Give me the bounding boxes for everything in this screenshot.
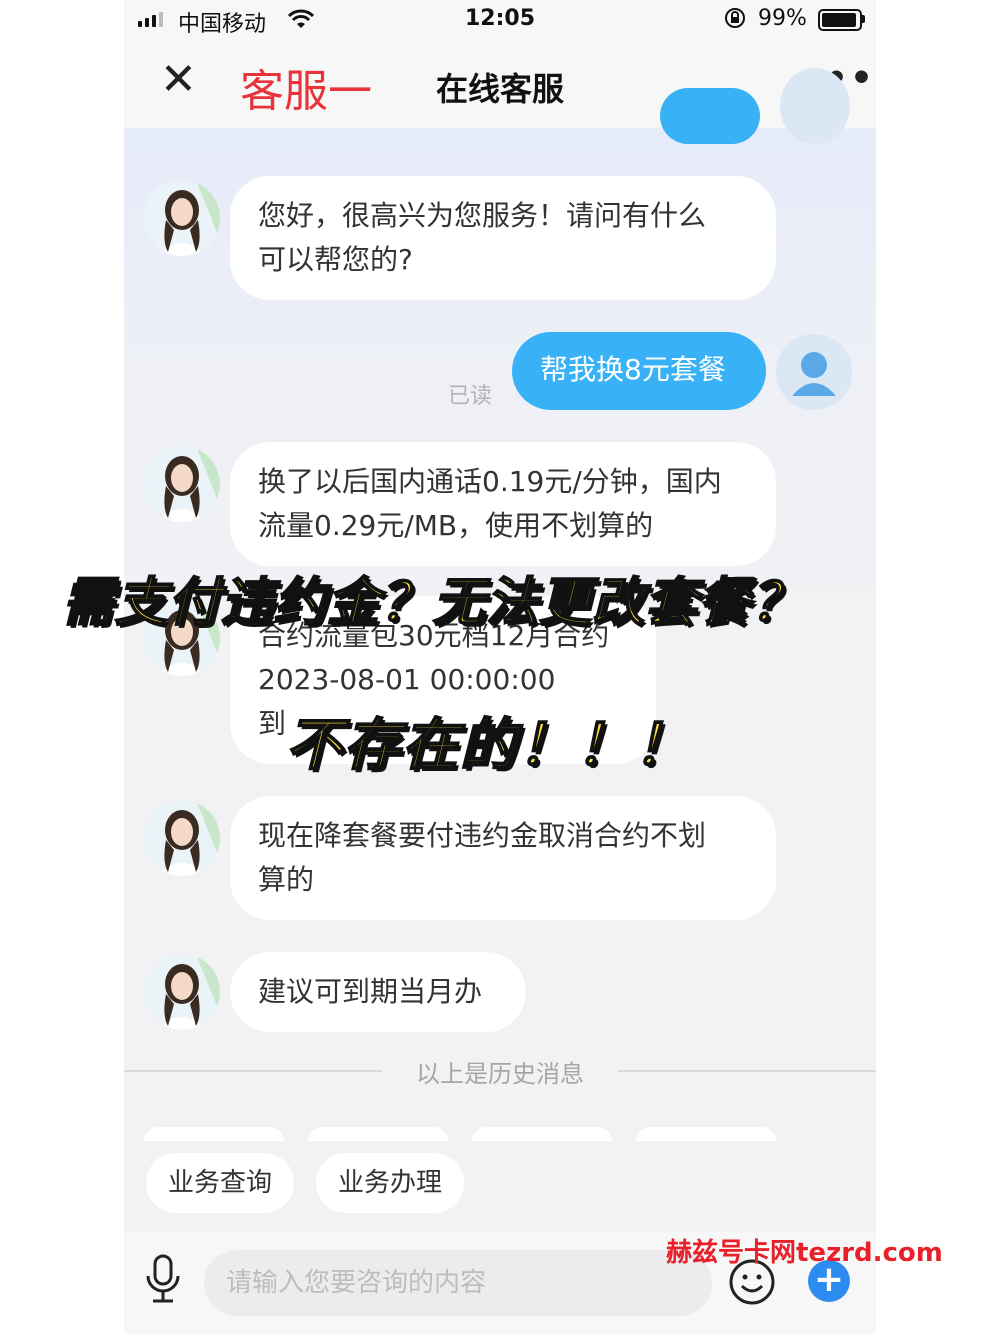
microphone-icon[interactable]	[144, 1254, 182, 1308]
message-line: 您好，很高兴为您服务！请问有什么	[258, 199, 707, 232]
user-message: 帮我换8元套餐	[512, 332, 766, 410]
message-line: 2023-08-01 00:00:00	[258, 663, 556, 696]
agent-avatar	[144, 954, 220, 1030]
history-label: 以上是历史消息	[416, 1060, 584, 1088]
message-line: 建议可到期当月办	[258, 975, 483, 1008]
user-avatar	[776, 334, 852, 410]
overlay-subline: 不存在的！！！	[285, 712, 692, 779]
previous-user-bubble	[660, 88, 760, 144]
message-line: 算的	[258, 863, 315, 896]
overlay-headline: 需支付违约金？无法更改套餐？	[61, 572, 805, 634]
battery-icon	[818, 9, 862, 31]
agent-message: 您好，很高兴为您服务！请问有什么 可以帮您的?	[230, 176, 776, 300]
battery-cap	[862, 15, 865, 23]
agent-message: 现在降套餐要付违约金取消合约不划 算的	[230, 796, 776, 920]
agent-message: 建议可到期当月办	[230, 952, 526, 1032]
message-line: 换了以后国内通话0.19元/分钟，国内	[258, 465, 722, 498]
page-title: 在线客服	[435, 70, 564, 108]
watermark: 赫兹号卡网tezrd.com	[666, 1238, 943, 1268]
shortcut-card[interactable]	[472, 1127, 612, 1141]
shortcut-card[interactable]	[144, 1127, 284, 1141]
battery-percent: 99%	[758, 6, 807, 31]
chip-business-handle[interactable]: 业务办理	[316, 1153, 464, 1213]
message-input[interactable]	[204, 1250, 712, 1316]
nav-bar: ✕ 客服一 在线客服 •••	[124, 40, 876, 128]
rotation-lock-icon	[724, 6, 746, 36]
message-line: 现在降套餐要付违约金取消合约不划	[258, 819, 707, 852]
chip-business-query[interactable]: 业务查询	[146, 1153, 294, 1213]
status-bar: 中国移动 12:05 99%	[124, 0, 876, 40]
previous-user-avatar	[780, 68, 850, 144]
read-receipt: 已读	[448, 384, 493, 409]
agent-avatar	[144, 180, 220, 256]
message-line: 可以帮您的?	[258, 243, 413, 276]
shortcut-card[interactable]	[636, 1127, 776, 1141]
shortcut-card[interactable]	[308, 1127, 448, 1141]
agent-avatar	[144, 446, 220, 522]
phone-screen: 中国移动 12:05 99% ✕ 客服一 在线客服 ••• 您好，很高兴为您服务…	[124, 0, 876, 1334]
message-line: 流量0.29元/MB，使用不划算的	[258, 509, 654, 542]
agent-message: 换了以后国内通话0.19元/分钟，国内 流量0.29元/MB，使用不划算的	[230, 442, 776, 566]
agent-avatar	[144, 800, 220, 876]
